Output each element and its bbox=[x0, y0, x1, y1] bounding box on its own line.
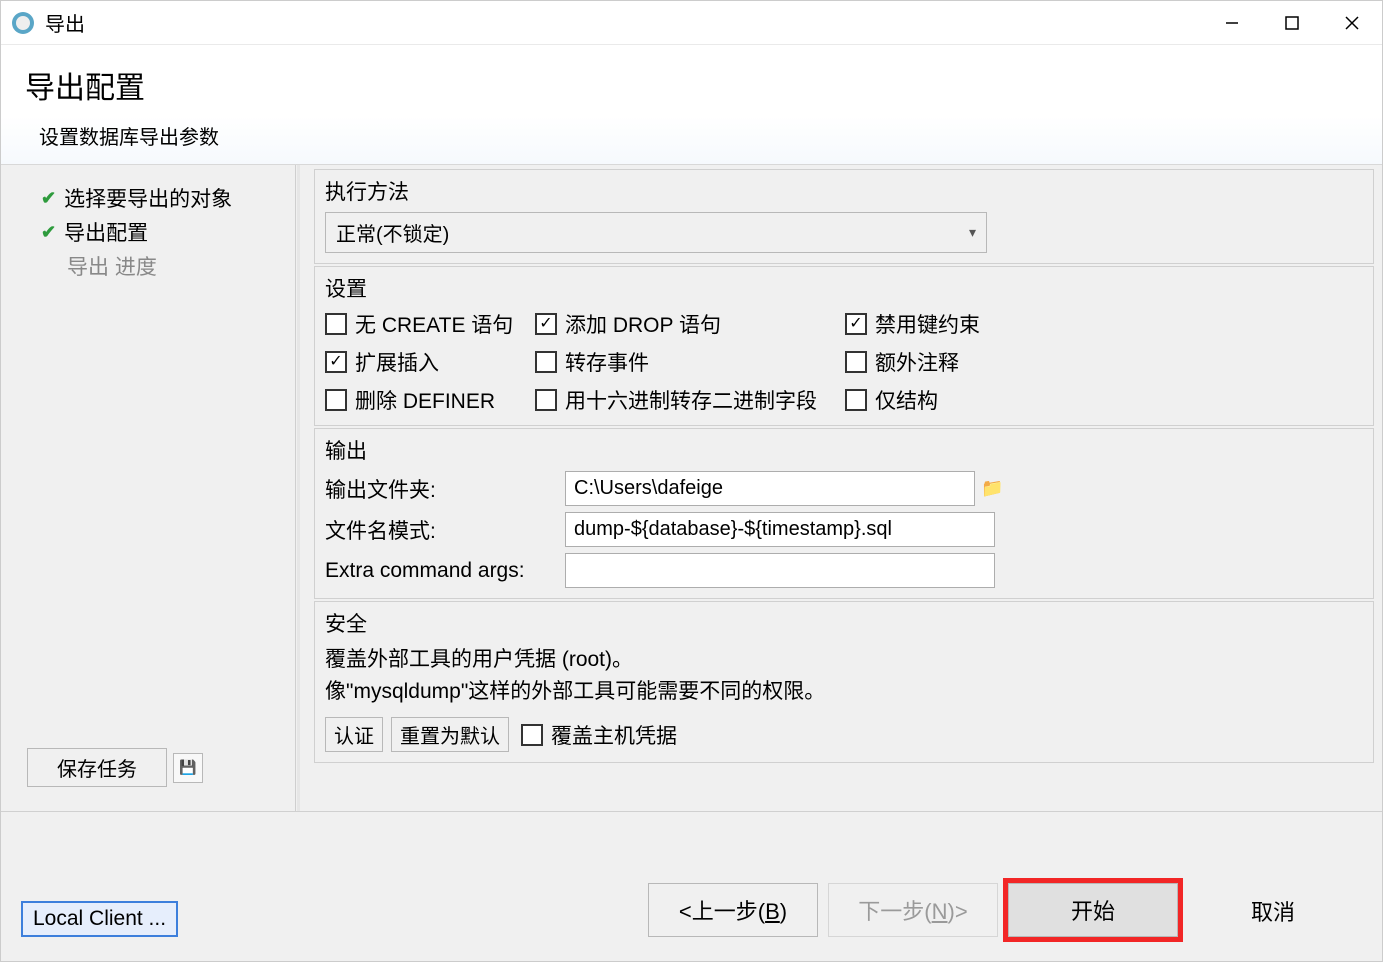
body: ✔ 选择要导出的对象 ✔ 导出配置 导出 进度 保存任务 💾 bbox=[1, 165, 1382, 811]
header: 导出配置 设置数据库导出参数 bbox=[1, 45, 1382, 165]
maximize-button[interactable] bbox=[1262, 1, 1322, 44]
sidebar-step-export-progress: 导出 进度 bbox=[9, 249, 287, 283]
group-title: 执行方法 bbox=[325, 176, 1363, 206]
check-icon: ✔ bbox=[41, 188, 56, 209]
extra-args-input[interactable] bbox=[565, 553, 995, 588]
checkbox-icon: ✓ bbox=[845, 313, 867, 335]
window-controls bbox=[1202, 1, 1382, 44]
cb-structure-only[interactable]: 仅结构 bbox=[845, 385, 1045, 415]
window-title: 导出 bbox=[45, 8, 1202, 37]
cb-label: 禁用键约束 bbox=[875, 309, 980, 339]
group-title: 安全 bbox=[325, 608, 1363, 638]
cb-label: 覆盖主机凭据 bbox=[551, 720, 677, 750]
save-task-button[interactable]: 保存任务 bbox=[27, 748, 167, 787]
group-exec-method: 执行方法 正常(不锁定) ▾ bbox=[314, 169, 1374, 264]
checkbox-icon bbox=[845, 351, 867, 373]
cb-dump-events[interactable]: 转存事件 bbox=[535, 347, 845, 377]
group-settings: 设置 无 CREATE 语句 ✓ 添加 DROP 语句 ✓ 禁用键约束 bbox=[314, 266, 1374, 426]
cb-label: 添加 DROP 语句 bbox=[565, 309, 721, 339]
minimize-button[interactable] bbox=[1202, 1, 1262, 44]
page-title: 导出配置 bbox=[25, 63, 1358, 107]
btn-text: ) bbox=[780, 899, 787, 924]
btn-text: 下一步( bbox=[858, 899, 931, 924]
group-title: 设置 bbox=[325, 273, 1363, 303]
btn-text: <上一步( bbox=[679, 899, 765, 924]
cb-add-drop[interactable]: ✓ 添加 DROP 语句 bbox=[535, 309, 845, 339]
save-task-options-button[interactable]: 💾 bbox=[173, 753, 203, 783]
titlebar: 导出 bbox=[1, 1, 1382, 45]
cb-label: 仅结构 bbox=[875, 385, 938, 415]
extra-args-label: Extra command args: bbox=[325, 559, 565, 583]
checkbox-icon: ✓ bbox=[535, 313, 557, 335]
output-folder-input[interactable] bbox=[565, 471, 975, 506]
sidebar-item-label: 选择要导出的对象 bbox=[64, 183, 232, 213]
cb-label: 删除 DEFINER bbox=[355, 385, 495, 415]
security-text-1: 覆盖外部工具的用户凭据 (root)。 bbox=[325, 644, 1363, 676]
cb-label: 扩展插入 bbox=[355, 347, 439, 377]
chevron-down-icon: ▾ bbox=[969, 224, 976, 241]
btn-hotkey: N bbox=[932, 899, 948, 924]
cb-no-create[interactable]: 无 CREATE 语句 bbox=[325, 309, 535, 339]
save-disk-icon: 💾 bbox=[179, 759, 196, 776]
group-security: 安全 覆盖外部工具的用户凭据 (root)。 像"mysqldump"这样的外部… bbox=[314, 601, 1374, 763]
auth-button[interactable]: 认证 bbox=[325, 717, 383, 752]
group-title: 输出 bbox=[325, 435, 1363, 465]
cb-label: 用十六进制转存二进制字段 bbox=[565, 385, 817, 415]
config-area: 执行方法 正常(不锁定) ▾ 设置 无 CREATE 语句 ✓ bbox=[300, 165, 1382, 811]
app-icon bbox=[11, 11, 35, 35]
main-panel: 执行方法 正常(不锁定) ▾ 设置 无 CREATE 语句 ✓ bbox=[300, 165, 1382, 811]
sidebar-item-label: 导出 进度 bbox=[67, 251, 157, 281]
btn-hotkey: B bbox=[765, 899, 780, 924]
folder-icon[interactable]: 📁 bbox=[981, 478, 1003, 499]
sidebar-step-export-config[interactable]: ✔ 导出配置 bbox=[9, 215, 287, 249]
output-folder-label: 输出文件夹: bbox=[325, 474, 565, 504]
close-button[interactable] bbox=[1322, 1, 1382, 44]
group-output: 输出 输出文件夹: 📁 文件名模式: Extra command args: bbox=[314, 428, 1374, 599]
exec-method-select[interactable]: 正常(不锁定) ▾ bbox=[325, 212, 987, 253]
filename-pattern-input[interactable] bbox=[565, 512, 995, 547]
checkbox-icon bbox=[535, 389, 557, 411]
cb-label: 转存事件 bbox=[565, 347, 649, 377]
cb-override-host[interactable]: 覆盖主机凭据 bbox=[521, 720, 677, 750]
checkbox-icon bbox=[535, 351, 557, 373]
page-subtitle: 设置数据库导出参数 bbox=[25, 121, 1358, 150]
save-task-row: 保存任务 💾 bbox=[9, 748, 287, 795]
sidebar-step-select-objects[interactable]: ✔ 选择要导出的对象 bbox=[9, 181, 287, 215]
cb-remove-definer[interactable]: 删除 DEFINER bbox=[325, 385, 535, 415]
footer: Local Client ... <上一步(B) 下一步(N)> 开始 取消 bbox=[1, 811, 1382, 961]
checkbox-icon bbox=[325, 313, 347, 335]
cb-extended-insert[interactable]: ✓ 扩展插入 bbox=[325, 347, 535, 377]
reset-default-button[interactable]: 重置为默认 bbox=[391, 717, 509, 752]
cancel-button[interactable]: 取消 bbox=[1188, 885, 1358, 937]
filename-pattern-label: 文件名模式: bbox=[325, 515, 565, 545]
back-button[interactable]: <上一步(B) bbox=[648, 883, 818, 937]
check-icon: ✔ bbox=[41, 222, 56, 243]
cb-hex-binary[interactable]: 用十六进制转存二进制字段 bbox=[535, 385, 845, 415]
export-dialog-window: 导出 导出配置 设置数据库导出参数 ✔ 选择要导出的对象 ✔ 导出配置 bbox=[0, 0, 1383, 962]
checkbox-icon bbox=[845, 389, 867, 411]
start-button[interactable]: 开始 bbox=[1008, 883, 1178, 937]
next-button: 下一步(N)> bbox=[828, 883, 998, 937]
checkbox-icon: ✓ bbox=[325, 351, 347, 373]
cb-extra-comments[interactable]: 额外注释 bbox=[845, 347, 1045, 377]
checkbox-icon bbox=[325, 389, 347, 411]
cb-label: 额外注释 bbox=[875, 347, 959, 377]
security-text-2: 像"mysqldump"这样的外部工具可能需要不同的权限。 bbox=[325, 676, 1363, 708]
local-client-button[interactable]: Local Client ... bbox=[21, 901, 178, 937]
cb-disable-keys[interactable]: ✓ 禁用键约束 bbox=[845, 309, 1045, 339]
wizard-sidebar: ✔ 选择要导出的对象 ✔ 导出配置 导出 进度 保存任务 💾 bbox=[1, 165, 295, 811]
btn-text: )> bbox=[948, 899, 968, 924]
sidebar-item-label: 导出配置 bbox=[64, 217, 148, 247]
select-value: 正常(不锁定) bbox=[336, 218, 449, 247]
checkbox-icon bbox=[521, 724, 543, 746]
cb-label: 无 CREATE 语句 bbox=[355, 309, 513, 339]
